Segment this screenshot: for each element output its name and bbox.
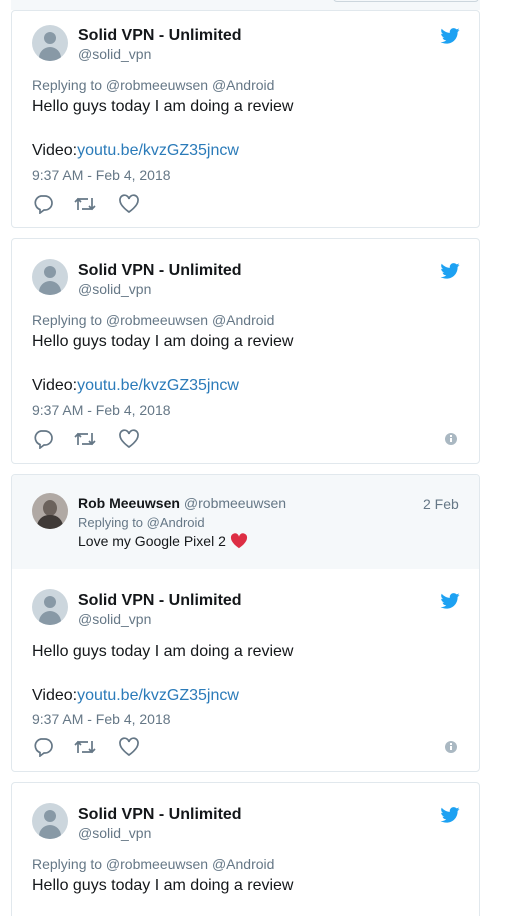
- tweet-video-line: Video:youtu.be/kvzGZ35jncw: [32, 142, 239, 160]
- retweet-icon[interactable]: [74, 194, 96, 214]
- tweet-actions: [32, 194, 232, 214]
- avatar[interactable]: [32, 259, 68, 295]
- parent-replying-to[interactable]: Replying to @Android: [78, 515, 205, 530]
- avatar[interactable]: [32, 25, 68, 61]
- tweet-text: Hello guys today I am doing a review: [32, 643, 294, 660]
- video-link[interactable]: youtu.be/kvzGZ35jncw: [77, 377, 239, 394]
- author-handle[interactable]: @solid_vpn: [78, 46, 151, 62]
- parent-author-handle: @robmeeuwsen: [183, 495, 287, 511]
- tweet-card: Solid VPN - Unlimited @solid_vpn Replyin…: [11, 238, 480, 464]
- tweet-card-with-parent: Rob Meeuwsen @robmeeuwsen 2 Feb Replying …: [11, 474, 480, 772]
- retweet-icon[interactable]: [74, 737, 96, 757]
- parent-date[interactable]: 2 Feb: [423, 496, 459, 512]
- heart-outline-icon[interactable]: [118, 737, 140, 757]
- parent-author[interactable]: Rob Meeuwsen @robmeeuwsen: [78, 495, 286, 511]
- video-link[interactable]: youtu.be/kvzGZ35jncw: [77, 687, 239, 704]
- heart-outline-icon[interactable]: [118, 429, 140, 449]
- parent-tweet[interactable]: Rob Meeuwsen @robmeeuwsen 2 Feb Replying …: [12, 475, 479, 569]
- info-circle-icon[interactable]: [445, 433, 457, 445]
- twitter-bird-icon[interactable]: [440, 28, 460, 44]
- tweet-text: Hello guys today I am doing a review: [32, 877, 294, 894]
- twitter-bird-icon[interactable]: [440, 593, 460, 609]
- reply-icon[interactable]: [32, 194, 54, 214]
- author-name[interactable]: Solid VPN - Unlimited: [78, 592, 242, 610]
- tweet-text: Hello guys today I am doing a review: [32, 98, 294, 115]
- reply-icon[interactable]: [32, 429, 54, 449]
- parent-author-name: Rob Meeuwsen: [78, 495, 180, 511]
- author-name[interactable]: Solid VPN - Unlimited: [78, 27, 242, 45]
- replying-to[interactable]: Replying to @robmeeuwsen @Android: [32, 856, 274, 872]
- tweet-actions: [32, 429, 232, 449]
- author-name[interactable]: Solid VPN - Unlimited: [78, 262, 242, 280]
- author-handle[interactable]: @solid_vpn: [78, 611, 151, 627]
- tweet-video-line: Video:youtu.be/kvzGZ35jncw: [32, 687, 239, 705]
- replying-to[interactable]: Replying to @robmeeuwsen @Android: [32, 77, 274, 93]
- tweet-timestamp[interactable]: 9:37 AM - Feb 4, 2018: [32, 167, 171, 183]
- tweet-actions: [32, 737, 232, 757]
- video-label: Video:: [32, 377, 78, 394]
- tweet-text: Hello guys today I am doing a review: [32, 333, 294, 350]
- author-handle[interactable]: @solid_vpn: [78, 281, 151, 297]
- video-link[interactable]: youtu.be/kvzGZ35jncw: [77, 142, 239, 159]
- tweet-video-line: Video:youtu.be/kvzGZ35jncw: [32, 377, 239, 395]
- tweet-card: Solid VPN - Unlimited @solid_vpn Replyin…: [11, 10, 480, 228]
- author-name[interactable]: Solid VPN - Unlimited: [78, 806, 242, 824]
- avatar[interactable]: [32, 803, 68, 839]
- parent-tweet-text: Love my Google Pixel 2: [78, 533, 248, 549]
- twitter-bird-icon[interactable]: [440, 807, 460, 823]
- avatar[interactable]: [32, 589, 68, 625]
- parent-text: Love my Google Pixel 2: [78, 533, 226, 549]
- video-label: Video:: [32, 687, 78, 704]
- retweet-icon[interactable]: [74, 429, 96, 449]
- replying-to[interactable]: Replying to @robmeeuwsen @Android: [32, 312, 274, 328]
- tweet-timestamp[interactable]: 9:37 AM - Feb 4, 2018: [32, 402, 171, 418]
- twitter-bird-icon[interactable]: [440, 263, 460, 279]
- tweet-card: Solid VPN - Unlimited @solid_vpn Replyin…: [11, 782, 480, 916]
- red-heart-emoji-icon: [230, 533, 247, 549]
- info-circle-icon[interactable]: [445, 741, 457, 753]
- video-label: Video:: [32, 142, 78, 159]
- author-handle[interactable]: @solid_vpn: [78, 825, 151, 841]
- reply-icon[interactable]: [32, 737, 54, 757]
- avatar[interactable]: [32, 493, 68, 529]
- tweet-timestamp[interactable]: 9:37 AM - Feb 4, 2018: [32, 711, 171, 727]
- load-more-button[interactable]: [333, 0, 479, 2]
- heart-outline-icon[interactable]: [118, 194, 140, 214]
- previous-card-footer: [11, 0, 480, 10]
